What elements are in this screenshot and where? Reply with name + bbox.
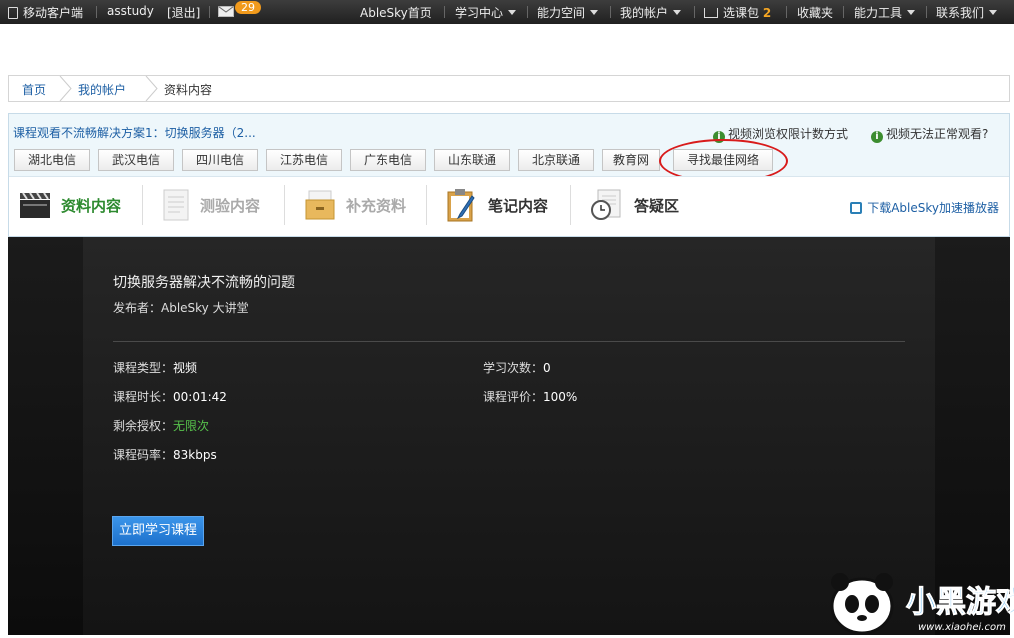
chevron-down-icon: [673, 10, 682, 15]
server-guangdong-telecom[interactable]: 广东电信: [350, 149, 426, 171]
content-tabs: 资料内容 测验内容 补充资料 笔记内容 答疑区 下载AbleSky加速播放器: [9, 176, 1009, 236]
server-wuhan-telecom[interactable]: 武汉电信: [98, 149, 174, 171]
chevron-down-icon: [590, 10, 599, 15]
course-duration: 课程时长：00:01:42: [113, 390, 227, 404]
server-education-net[interactable]: 教育网: [602, 149, 660, 171]
divider: [426, 185, 427, 225]
clipboard-pencil-icon: [447, 189, 475, 222]
divider: [786, 6, 787, 18]
divider: [96, 6, 97, 18]
top-nav-bar: 移动客户端 asstudy [退出] 29 AbleSky首页 学习中心 能力空…: [0, 0, 1014, 24]
breadcrumb-separator-icon: [59, 76, 72, 101]
divider: [284, 185, 285, 225]
divider: [209, 6, 210, 18]
tab-material-content[interactable]: 资料内容: [19, 187, 121, 223]
server-shandong-unicom[interactable]: 山东联通: [434, 149, 510, 171]
phone-icon: [8, 7, 18, 19]
breadcrumb-current: 资料内容: [164, 83, 213, 97]
content-title: 切换服务器解决不流畅的问题: [113, 275, 295, 291]
divider: [926, 6, 927, 18]
divider: [843, 6, 844, 18]
divider: [444, 6, 445, 18]
start-study-button[interactable]: 立即学习课程: [112, 516, 204, 546]
contact-menu[interactable]: 联系我们: [936, 4, 998, 21]
course-bitrate: 课程码率：83kbps: [113, 448, 217, 462]
chevron-down-icon: [989, 10, 998, 15]
course-rating: 课程评价：100%: [483, 390, 578, 404]
lesson-title[interactable]: 课程观看不流畅解决方案1：切换服务器（2...: [13, 124, 256, 141]
mail-count-badge[interactable]: 29: [235, 1, 261, 14]
tools-menu[interactable]: 能力工具: [854, 4, 916, 21]
favorites-link[interactable]: 收藏夹: [797, 4, 833, 21]
download-player-link[interactable]: 下载AbleSky加速播放器: [850, 199, 999, 216]
content-card: 切换服务器解决不流畅的问题 发布者：AbleSky 大讲堂 课程类型：视频 课程…: [83, 237, 935, 635]
download-icon: [850, 202, 863, 214]
cart-icon: [704, 8, 718, 18]
tab-notes[interactable]: 笔记内容: [446, 187, 548, 223]
mail-icon[interactable]: [218, 6, 234, 20]
chevron-down-icon: [508, 10, 517, 15]
course-cart-link[interactable]: 选课包 2: [704, 4, 771, 21]
clock-document-icon: [591, 189, 621, 220]
breadcrumb-my-account[interactable]: 我的帐户: [78, 81, 126, 98]
divider: [527, 6, 528, 18]
clapperboard-icon: [20, 192, 50, 218]
tab-qa[interactable]: 答疑区: [590, 187, 679, 223]
study-count: 学习次数：0: [483, 361, 551, 375]
xiaohei-watermark-logo: 小黑游戏 www.xiaohei.com: [822, 568, 1014, 635]
cannot-watch-tip[interactable]: i 视频无法正常观看?: [871, 125, 988, 143]
info-icon: i: [871, 131, 883, 143]
cart-count: 2: [762, 6, 772, 20]
server-beijing-unicom[interactable]: 北京联通: [518, 149, 594, 171]
server-sichuan-telecom[interactable]: 四川电信: [182, 149, 258, 171]
server-jiangsu-telecom[interactable]: 江苏电信: [266, 149, 342, 171]
study-center-menu[interactable]: 学习中心: [455, 4, 517, 21]
course-panel: 课程观看不流畅解决方案1：切换服务器（2... i 视频浏览权限计数方式 i 视频无…: [8, 113, 1010, 237]
tab-quiz-content[interactable]: 测验内容: [162, 187, 260, 223]
breadcrumb-separator-icon: [145, 76, 158, 101]
divider: [113, 341, 905, 342]
course-type: 课程类型：视频: [113, 361, 198, 375]
divider: [570, 185, 571, 225]
tab-supplement[interactable]: 补充资料: [304, 187, 406, 223]
server-hubei-telecom[interactable]: 湖北电信: [14, 149, 90, 171]
breadcrumb-home[interactable]: 首页: [22, 81, 46, 98]
breadcrumb: 首页 我的帐户 资料内容: [8, 75, 1010, 102]
divider: [694, 6, 695, 18]
remaining-authorization: 剩余授权：无限次: [113, 419, 210, 433]
chevron-down-icon: [907, 10, 916, 15]
ability-space-menu[interactable]: 能力空间: [537, 4, 599, 21]
logout-link[interactable]: [退出]: [167, 4, 200, 21]
ablesky-home-link[interactable]: AbleSky首页: [360, 4, 432, 21]
folder-box-icon: [305, 190, 335, 220]
document-icon: [163, 189, 189, 221]
my-account-menu[interactable]: 我的帐户: [620, 4, 682, 21]
svg-text:小黑游戏: 小黑游戏: [906, 585, 1014, 620]
divider: [610, 6, 611, 18]
mobile-client-link[interactable]: 移动客户端: [8, 4, 83, 21]
divider: [142, 185, 143, 225]
publisher-info: 发布者：AbleSky 大讲堂: [113, 301, 249, 315]
username-link[interactable]: asstudy: [107, 4, 154, 18]
svg-text:www.xiaohei.com: www.xiaohei.com: [918, 622, 1006, 633]
